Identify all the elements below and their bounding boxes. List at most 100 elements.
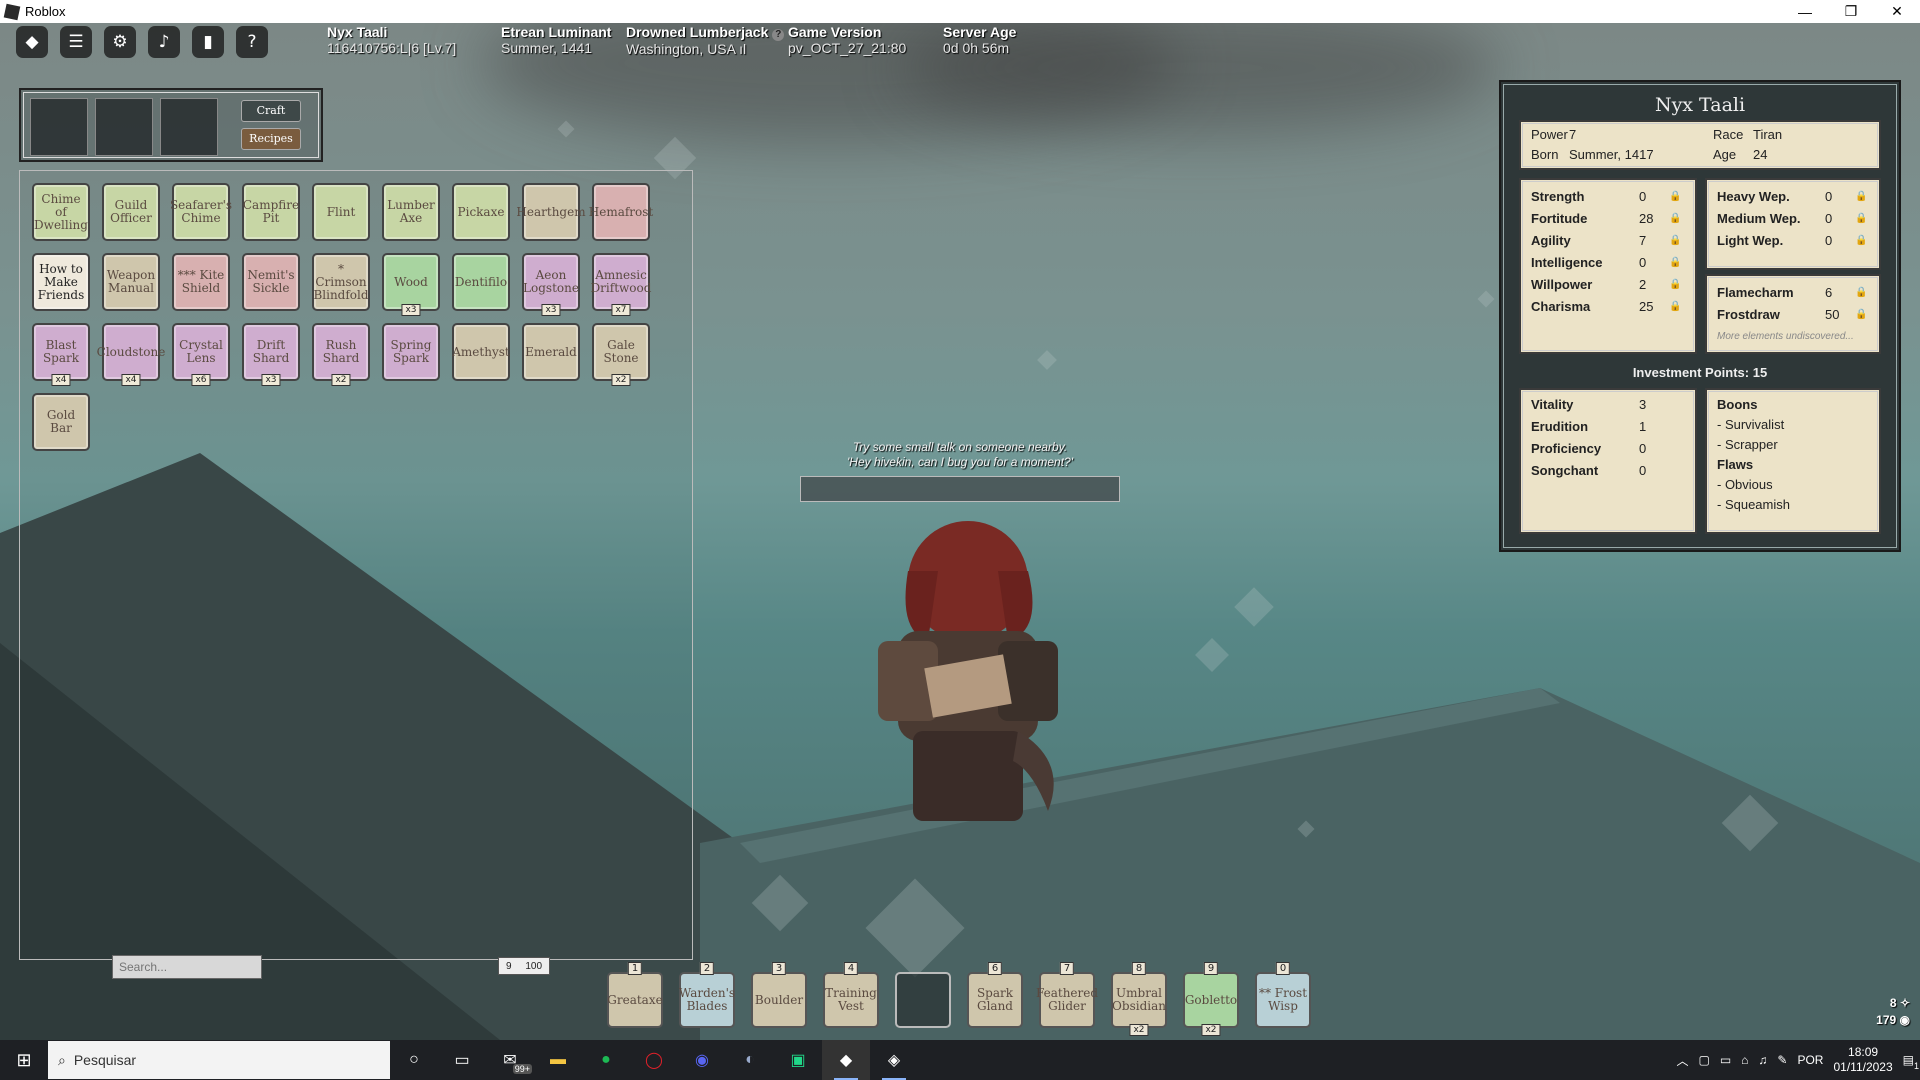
inventory-item[interactable]: Rush Shard x2 [312, 323, 370, 386]
hotbar-item[interactable]: Umbral Obsidian [1111, 972, 1167, 1028]
settings-gear-icon[interactable]: ⚙ [104, 26, 136, 58]
network-icon[interactable]: ⌂ [1741, 1053, 1748, 1067]
restore-button[interactable]: ❐ [1828, 0, 1874, 23]
journal-icon[interactable]: ▮ [192, 26, 224, 58]
inventory-item[interactable]: Seafarer's Chime [170, 183, 232, 241]
inventory-item[interactable]: Dentifilo [452, 253, 510, 311]
cortana-icon[interactable]: ○ [390, 1040, 438, 1080]
inventory-item[interactable]: Hearthgem [516, 183, 586, 241]
lock-icon[interactable]: 🔒 [1855, 235, 1867, 247]
lock-icon[interactable]: 🔒 [1855, 191, 1867, 203]
lock-icon[interactable]: 🔒 [1855, 213, 1867, 225]
hotbar-slot[interactable] [895, 972, 951, 1028]
inventory-item[interactable]: Gold Bar [32, 393, 90, 451]
inventory-item[interactable]: Pickaxe [452, 183, 510, 241]
lock-icon[interactable]: 🔒 [1669, 191, 1681, 203]
lock-icon[interactable]: 🔒 [1669, 257, 1681, 269]
discord-icon[interactable]: ◉ [678, 1040, 726, 1080]
lock-icon[interactable]: 🔒 [1669, 235, 1681, 247]
inventory-item[interactable]: Hemafrost [589, 183, 653, 241]
hotbar-slot[interactable]: Greataxe 1 [607, 962, 663, 1028]
volume-icon[interactable]: ♫ [1758, 1053, 1767, 1067]
dialog-input[interactable] [800, 476, 1120, 502]
inventory-item[interactable]: Blast Spark x4 [32, 323, 90, 386]
inventory-item[interactable]: Aeon Logstone x3 [522, 253, 580, 316]
taskbar-search[interactable]: ⌕ Pesquisar [48, 1041, 390, 1079]
roblox-app-icon[interactable]: ◆ [822, 1040, 870, 1080]
hotbar-slot[interactable]: Boulder 3 [751, 962, 807, 1028]
opera-icon[interactable]: ◯ [630, 1040, 678, 1080]
pycharm-icon[interactable]: ▣ [774, 1040, 822, 1080]
inventory-item[interactable]: Chime of Dwelling [32, 183, 90, 241]
server-help-icon[interactable]: ? [772, 29, 785, 41]
inventory-item[interactable]: Spring Spark [382, 323, 440, 381]
hotbar-slot[interactable]: Training Vest 4 [823, 962, 879, 1028]
minimize-button[interactable]: — [1782, 0, 1828, 23]
inventory-item[interactable]: Crystal Lens x6 [172, 323, 230, 386]
inventory-item[interactable]: Nemit's Sickle [242, 253, 300, 311]
music-note-icon[interactable]: ♪ [148, 26, 180, 58]
notification-icon[interactable]: ▤ 1 [1903, 1053, 1919, 1071]
hotbar-slot[interactable]: Feathered Glider 7 [1036, 962, 1098, 1028]
pen-icon[interactable]: ✎ [1777, 1053, 1787, 1067]
hotbar-item[interactable]: Warden's Blades [679, 972, 735, 1028]
hotbar-slot[interactable]: ** Frost Wisp 0 [1255, 962, 1311, 1028]
inventory-item[interactable]: Flint [312, 183, 370, 241]
taskbar-clock[interactable]: 18:09 01/11/2023 [1833, 1045, 1892, 1075]
inventory-item[interactable]: Campfire Pit [242, 183, 300, 241]
lock-icon[interactable]: 🔒 [1669, 213, 1681, 225]
tray-app-icon[interactable]: ▢ [1698, 1053, 1709, 1067]
close-button[interactable]: ✕ [1874, 0, 1920, 23]
inventory-item[interactable]: * Crimson Blindfold [312, 253, 370, 311]
stat-label: Strength [1531, 189, 1585, 204]
hotbar-slot[interactable]: Spark Gland 6 [967, 962, 1023, 1028]
roblox-studio-icon[interactable]: ◈ [870, 1040, 918, 1080]
hotbar-slot[interactable]: Umbral Obsidian 8 x2 [1111, 962, 1167, 1036]
spotify-icon[interactable]: ● [582, 1040, 630, 1080]
inventory-item[interactable]: Drift Shard x3 [242, 323, 300, 386]
hotbar-item[interactable]: Training Vest [823, 972, 879, 1028]
inventory-item[interactable]: Guild Officer [102, 183, 160, 241]
windows-start-icon[interactable]: ⊞ [0, 1040, 48, 1080]
help-icon[interactable]: ? [236, 26, 268, 58]
inventory-item[interactable]: Gale Stone x2 [592, 323, 650, 386]
inventory-item[interactable]: How to Make Friends [32, 253, 90, 311]
player-character[interactable] [838, 511, 1098, 821]
hotbar-item[interactable] [895, 972, 951, 1028]
inventory-item[interactable]: Wood x3 [382, 253, 440, 316]
hotbar-slot[interactable]: Gobletto 9 x2 [1183, 962, 1239, 1036]
inventory-item[interactable]: Weapon Manual [102, 253, 160, 311]
hotbar-item[interactable]: ** Frost Wisp [1255, 972, 1311, 1028]
craft-slot[interactable] [160, 98, 218, 156]
task-view-icon[interactable]: ▭ [438, 1040, 486, 1080]
craft-slot[interactable] [95, 98, 153, 156]
inventory-item[interactable]: Amnesic Driftwood x7 [591, 253, 651, 316]
hotbar-item[interactable]: Boulder [751, 972, 807, 1028]
language-indicator[interactable]: POR [1797, 1053, 1823, 1067]
inventory-item[interactable]: Lumber Axe [382, 183, 440, 241]
hotbar-slot[interactable]: Warden's Blades 2 [679, 962, 735, 1028]
file-explorer-icon[interactable]: ▬ [534, 1040, 582, 1080]
hotbar-item[interactable]: Feathered Glider [1036, 972, 1098, 1028]
hotbar-item[interactable]: Greataxe [607, 972, 663, 1028]
inventory-item[interactable]: Cloudstone x4 [97, 323, 165, 386]
battery-icon[interactable]: ▭ [1720, 1053, 1731, 1067]
craft-slot[interactable] [30, 98, 88, 156]
inventory-item[interactable]: Amethyst [452, 323, 510, 381]
hotbar-item[interactable]: Gobletto [1183, 972, 1239, 1028]
lock-icon[interactable]: 🔒 [1669, 301, 1681, 313]
roblox-menu-icon[interactable]: ◆ [16, 26, 48, 58]
tray-chevron-icon[interactable]: ︿ [1676, 1052, 1688, 1069]
chat-icon[interactable]: ☰ [60, 26, 92, 58]
lock-icon[interactable]: 🔒 [1669, 279, 1681, 291]
recipes-button[interactable]: Recipes [241, 128, 301, 150]
lock-icon[interactable]: 🔒 [1855, 287, 1867, 299]
inventory-item[interactable]: *** Kite Shield [172, 253, 230, 311]
mail-app-icon[interactable]: ✉ 99+ [486, 1040, 534, 1080]
inventory-search-input[interactable] [112, 955, 262, 979]
hotbar-item[interactable]: Spark Gland [967, 972, 1023, 1028]
inventory-item[interactable]: Emerald [522, 323, 580, 381]
craft-button[interactable]: Craft [241, 100, 301, 122]
lock-icon[interactable]: 🔒 [1855, 309, 1867, 321]
steam-icon[interactable]: ◐ [726, 1040, 774, 1080]
